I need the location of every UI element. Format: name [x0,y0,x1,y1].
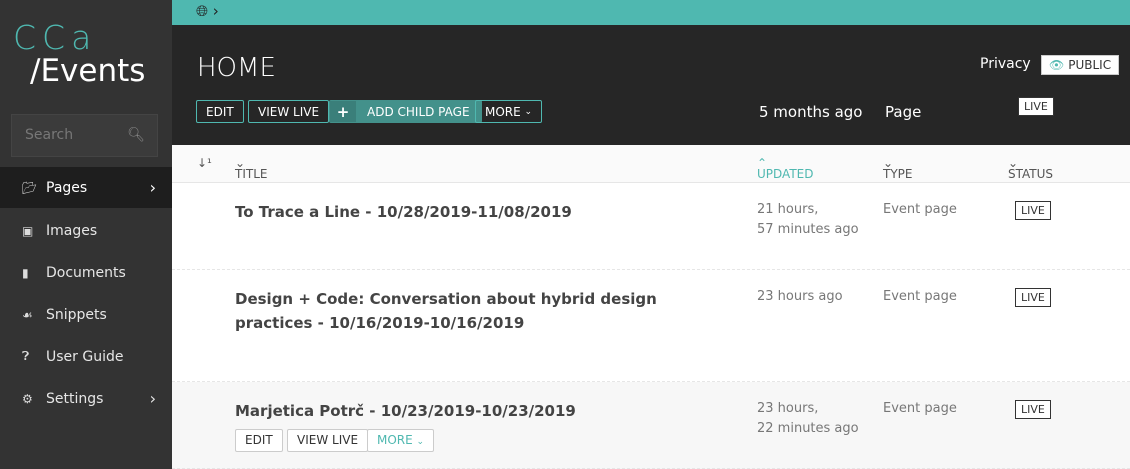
table-row[interactable]: Design + Code: Conversation about hybrid… [172,270,1130,382]
add-child-page-button[interactable]: + ADD CHILD PAGE [329,100,482,123]
sidebar: CCa /Events Search 🔍︎ 📂︎ Pages › ▣ Images ▮ D… [0,0,172,469]
plus-icon: + [330,101,356,122]
search-icon[interactable]: 🔍︎ [127,127,145,143]
breadcrumb: 🌐︎ › [172,0,1130,25]
chevron-down-icon: ⌄ [524,106,533,117]
search-input[interactable]: Search 🔍︎ [11,114,158,157]
sort-order-icon[interactable]: ↓¹ [197,156,212,170]
sidebar-item-settings[interactable]: ⚙︎ Settings › [0,378,172,419]
search-placeholder: Search [25,127,74,143]
status-badge: LIVE [1015,288,1051,307]
updated-line: 23 hours, [757,401,819,416]
cogs-icon: ⚙︎ [22,391,33,406]
table-header: ↓¹ TITLE ⌄ UPDATED ⌃ TYPE ⌄ STATUS ⌄ [172,145,1130,183]
type-cell: Event page [883,401,957,416]
sidebar-item-label: Documents [46,264,126,281]
chevron-right-icon: › [149,178,156,197]
column-label: STATUS [1008,167,1054,181]
status-badge: LIVE [1015,400,1051,419]
column-label: UPDATED [757,167,814,181]
globe-icon[interactable]: 🌐︎ [196,2,208,20]
sidebar-item-label: Snippets [46,306,107,323]
chevron-right-icon[interactable]: › [213,2,219,20]
more-button[interactable]: MORE ⌄ [475,100,543,123]
chevron-down-icon: ⌄ [416,437,425,447]
sidebar-item-images[interactable]: ▣ Images [0,210,172,251]
privacy-label: Privacy [980,56,1031,72]
logo-text[interactable]: /Events [30,53,145,89]
view-live-button[interactable]: VIEW LIVE [248,100,330,123]
edit-button[interactable]: EDIT [196,100,244,123]
table-row[interactable]: Marjetica Potrč - 10/23/2019-10/23/2019 … [172,382,1130,469]
header-updated: 5 months ago [759,103,863,121]
page-title-link[interactable]: To Trace a Line - 10/28/2019-11/08/2019 [235,200,705,224]
document-icon: ▮ [22,265,29,280]
type-cell: Event page [883,202,957,217]
more-label: MORE [485,104,521,119]
table-row[interactable]: To Trace a Line - 10/28/2019-11/08/2019 … [172,183,1130,270]
chevron-right-icon: › [149,389,156,408]
sidebar-item-label: Pages [46,179,88,196]
status-badge: LIVE [1015,201,1051,220]
row-view-live-button[interactable]: VIEW LIVE [287,429,369,452]
updated-cell: 23 hours ago [757,289,843,304]
header-type: Page [885,103,922,121]
snippet-icon: ☙ [22,307,33,322]
sidebar-item-pages[interactable]: 📂︎ Pages › [0,167,172,208]
updated-line: 22 minutes ago [757,421,859,436]
column-type[interactable]: TYPE ⌄ [883,156,912,181]
sidebar-item-snippets[interactable]: ☙ Snippets [0,294,172,335]
sidebar-item-label: Images [46,222,98,239]
column-updated[interactable]: UPDATED ⌃ [757,156,813,181]
type-cell: Event page [883,289,957,304]
updated-line: 57 minutes ago [757,222,859,237]
updated-line: 21 hours, [757,202,819,217]
page-title-link[interactable]: Design + Code: Conversation about hybrid… [235,287,705,335]
page-title-link[interactable]: Marjetica Potrč - 10/23/2019-10/23/2019 [235,399,705,423]
updated-cell: 23 hours, 22 minutes ago [757,399,859,439]
sidebar-item-label: User Guide [46,348,124,365]
column-label: TITLE [235,167,268,181]
more-label: MORE [377,433,413,447]
column-title[interactable]: TITLE ⌄ [235,156,267,181]
eye-icon: 👁︎ [1049,58,1065,72]
page-header: HOME EDIT VIEW LIVE + ADD CHILD PAGE MORE… [172,25,1130,145]
column-status[interactable]: STATUS ⌄ [1008,156,1053,181]
row-more-button[interactable]: MORE ⌄ [367,429,435,452]
add-child-label: ADD CHILD PAGE [367,104,470,119]
sidebar-item-label: Settings [46,390,104,407]
image-icon: ▣ [22,223,34,238]
page-title: HOME [197,53,276,83]
sidebar-item-user-guide[interactable]: ❓︎ User Guide [0,336,172,377]
privacy-button[interactable]: 👁︎ PUBLIC [1041,55,1120,75]
sidebar-item-documents[interactable]: ▮ Documents [0,252,172,293]
folder-open-icon: 📂︎ [22,180,38,195]
privacy-value: PUBLIC [1068,58,1112,72]
help-icon: ❓︎ [22,349,30,363]
updated-cell: 21 hours, 57 minutes ago [757,200,859,240]
row-edit-button[interactable]: EDIT [235,429,283,452]
column-label: TYPE [883,167,913,181]
logo-mark[interactable]: CCa [13,18,97,57]
status-badge: LIVE [1018,97,1054,116]
